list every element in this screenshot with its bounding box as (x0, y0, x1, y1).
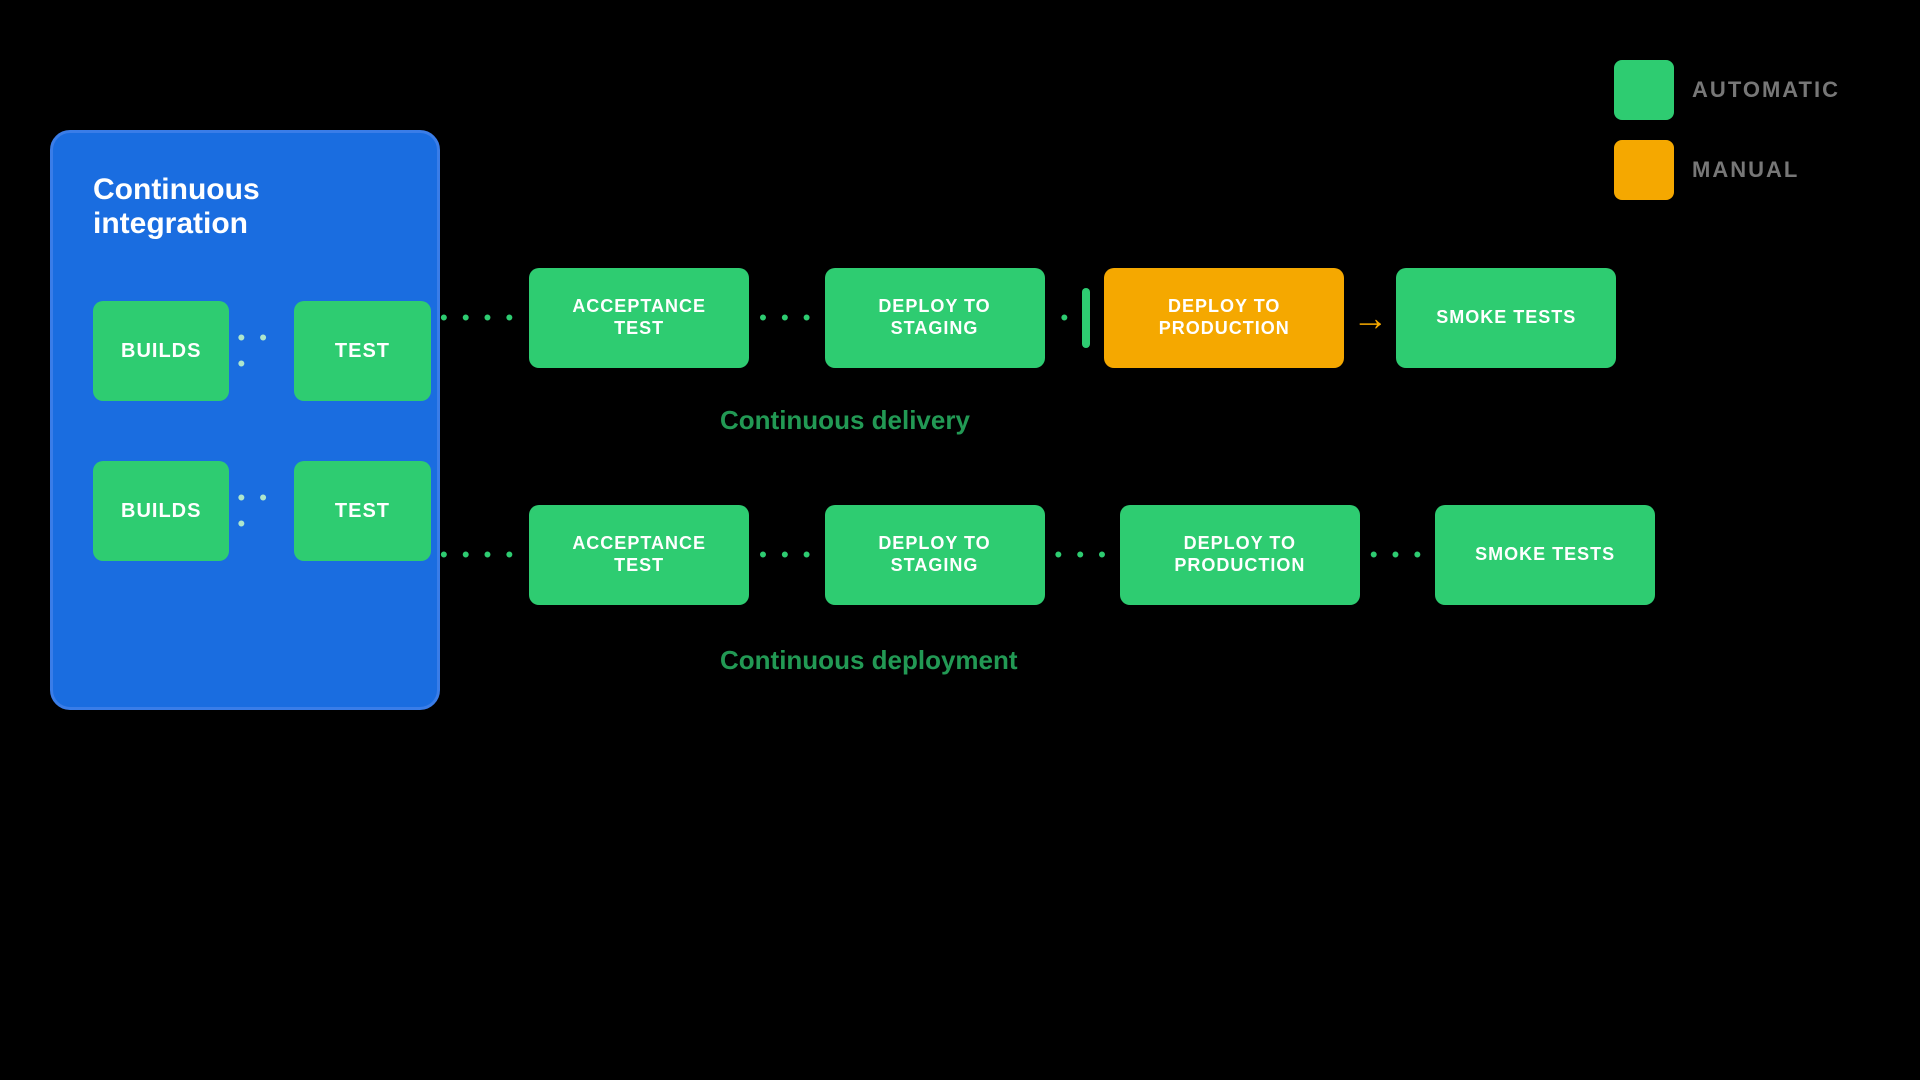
deploy-production-deployment: DEPLOY TOPRODUCTION (1120, 505, 1360, 605)
deploy-production-delivery: DEPLOY TOPRODUCTION (1104, 268, 1344, 368)
ci-title: Continuous integration (93, 173, 407, 241)
manual-color-box (1614, 140, 1674, 200)
stage-builds-2: BUILDS (93, 461, 229, 561)
legend-automatic: AUTOMATIC (1614, 60, 1840, 120)
smoke-tests-deployment: SMOKE TESTS (1435, 505, 1655, 605)
ci-row-1: BUILDS • • • TEST (93, 301, 431, 401)
acceptance-test-delivery: ACCEPTANCETEST (529, 268, 749, 368)
stage-test-2: TEST (294, 461, 430, 561)
pipeline-deployment: • • • • ACCEPTANCETEST • • • DEPLOY TOST… (440, 505, 1655, 605)
automatic-label: AUTOMATIC (1692, 77, 1840, 103)
ci-row-2: BUILDS • • • TEST (93, 461, 431, 561)
deploy-staging-delivery: DEPLOY TOSTAGING (825, 268, 1045, 368)
acceptance-test-deployment: ACCEPTANCETEST (529, 505, 749, 605)
dots-d2: • (1061, 305, 1073, 331)
smoke-tests-delivery: SMOKE TESTS (1396, 268, 1616, 368)
manual-gate (1082, 288, 1090, 348)
stage-test-1: TEST (294, 301, 430, 401)
dots-2: • • • (237, 485, 286, 537)
ci-box: Continuous integration BUILDS • • • TEST… (50, 130, 440, 710)
delivery-label: Continuous delivery (720, 405, 970, 436)
deploy-staging-deployment: DEPLOY TOSTAGING (825, 505, 1045, 605)
manual-label: MANUAL (1692, 157, 1799, 183)
automatic-color-box (1614, 60, 1674, 120)
legend: AUTOMATIC MANUAL (1614, 60, 1840, 200)
dots-dep1: • • • (759, 542, 814, 568)
dots-dep3: • • • (1370, 542, 1425, 568)
dots-ci-deployment: • • • • (440, 542, 517, 568)
manual-arrow: → (1352, 297, 1388, 339)
pipeline-delivery: • • • • ACCEPTANCETEST • • • DEPLOY TOST… (440, 268, 1616, 368)
dots-d1: • • • (759, 305, 814, 331)
legend-manual: MANUAL (1614, 140, 1840, 200)
dots-ci-delivery: • • • • (440, 305, 517, 331)
deployment-label: Continuous deployment (720, 645, 1018, 676)
dots-1: • • • (237, 325, 286, 377)
dots-dep2: • • • (1055, 542, 1110, 568)
stage-builds-1: BUILDS (93, 301, 229, 401)
